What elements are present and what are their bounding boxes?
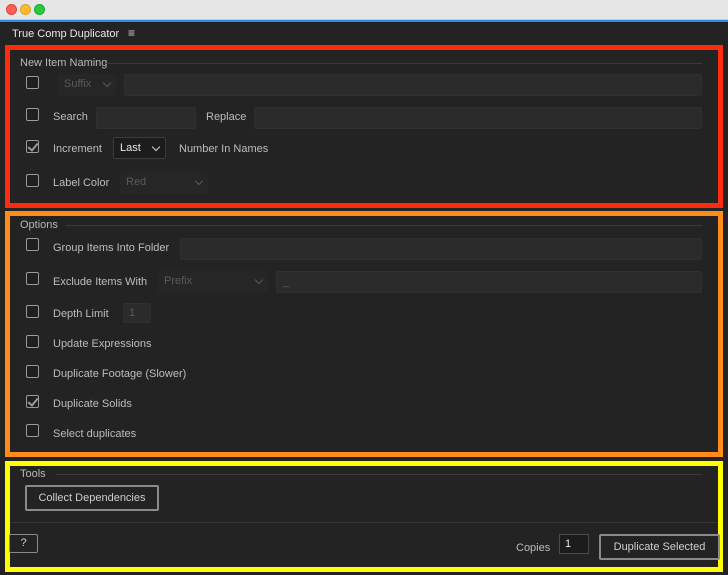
number-in-names-label: Number In Names	[179, 143, 269, 155]
group-folder-label: Group Items Into Folder	[53, 242, 170, 254]
depth-limit-label: Depth Limit	[53, 308, 109, 320]
exclude-input[interactable]: _	[276, 271, 702, 293]
suffix-mode-dropdown[interactable]: Suffix	[58, 74, 116, 96]
tools-section: Tools Collect Dependencies ? Copies 1 Du…	[5, 461, 723, 572]
increment-position-dropdown[interactable]: Last	[113, 137, 166, 159]
suffix-checkbox[interactable]	[26, 76, 39, 89]
select-duplicates-checkbox[interactable]	[26, 424, 39, 437]
search-input[interactable]	[96, 107, 196, 129]
label-color-dropdown[interactable]: Red	[120, 172, 208, 194]
naming-section: New Item Naming Suffix Search Replace In…	[5, 45, 723, 208]
tools-legend: Tools	[20, 468, 46, 480]
window-titlebar	[0, 0, 728, 20]
options-section: Options Group Items Into Folder Exclude …	[5, 211, 723, 457]
minimize-window-icon[interactable]	[20, 4, 31, 15]
search-label: Search	[53, 111, 88, 123]
chevron-down-icon	[151, 142, 161, 152]
increment-label: Increment	[53, 143, 102, 155]
duplicate-footage-checkbox[interactable]	[26, 365, 39, 378]
search-checkbox[interactable]	[26, 108, 39, 121]
select-duplicates-label: Select duplicates	[53, 428, 137, 440]
replace-input[interactable]	[254, 107, 702, 129]
naming-legend: New Item Naming	[20, 57, 108, 69]
options-legend: Options	[20, 219, 58, 231]
copies-input[interactable]: 1	[559, 534, 589, 554]
replace-label: Replace	[206, 111, 247, 123]
duplicate-solids-checkbox[interactable]	[26, 395, 39, 408]
panel-header: True Comp Duplicator ≡	[0, 20, 728, 45]
close-window-icon[interactable]	[6, 4, 17, 15]
depth-limit-checkbox[interactable]	[26, 305, 39, 318]
footer-divider	[10, 522, 718, 523]
label-color-checkbox[interactable]	[26, 174, 39, 187]
zoom-window-icon[interactable]	[34, 4, 45, 15]
exclude-label: Exclude Items With	[53, 276, 148, 288]
exclude-checkbox[interactable]	[26, 272, 39, 285]
duplicate-solids-label: Duplicate Solids	[53, 398, 132, 410]
depth-limit-input[interactable]: 1	[123, 303, 151, 323]
increment-checkbox[interactable]	[26, 140, 39, 153]
help-button[interactable]: ?	[9, 534, 38, 553]
panel-title[interactable]: True Comp Duplicator	[12, 28, 119, 40]
update-expressions-label: Update Expressions	[53, 338, 152, 350]
group-folder-checkbox[interactable]	[26, 238, 39, 251]
collect-dependencies-button[interactable]: Collect Dependencies	[25, 485, 159, 511]
chevron-down-icon	[102, 78, 112, 88]
duplicate-selected-button[interactable]: Duplicate Selected	[599, 534, 720, 560]
folder-name-input[interactable]	[180, 238, 702, 260]
naming-divider	[106, 63, 702, 64]
options-divider	[66, 225, 702, 226]
exclude-mode-dropdown[interactable]: Prefix	[158, 271, 268, 293]
suffix-input[interactable]	[124, 74, 702, 96]
label-color-label: Label Color	[53, 177, 110, 189]
duplicate-footage-label: Duplicate Footage (Slower)	[53, 368, 187, 380]
copies-label: Copies	[516, 542, 551, 554]
hamburger-menu-icon[interactable]: ≡	[128, 26, 135, 40]
update-expressions-checkbox[interactable]	[26, 335, 39, 348]
chevron-down-icon	[254, 275, 264, 285]
chevron-down-icon	[194, 176, 204, 186]
tools-divider	[56, 474, 702, 475]
